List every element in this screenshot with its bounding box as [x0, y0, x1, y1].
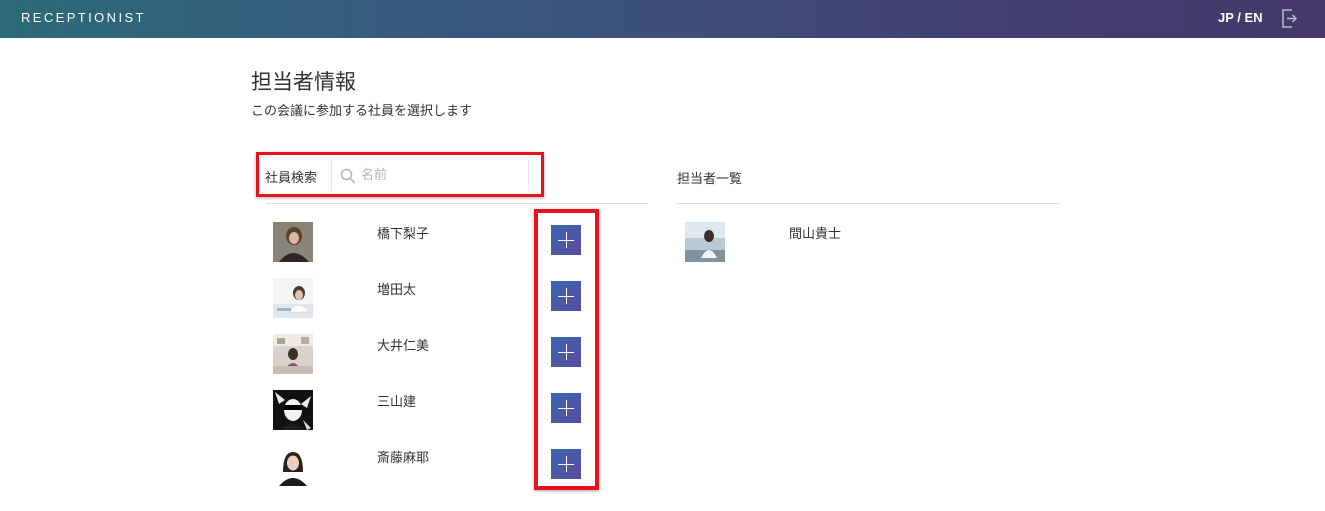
search-label: 社員検索 [265, 171, 318, 186]
page-subtitle: この会議に参加する社員を選択します [251, 104, 473, 119]
employee-avatar [273, 222, 313, 262]
employee-list-divider [266, 203, 648, 204]
app-brand: RECEPTIONIST [21, 10, 146, 25]
add-employee-button[interactable] [551, 393, 581, 423]
add-employee-button[interactable] [551, 281, 581, 311]
search-input[interactable] [361, 164, 521, 186]
employee-avatar [273, 446, 313, 486]
assignee-avatar [685, 222, 725, 262]
search-field[interactable] [331, 159, 529, 191]
employee-avatar [273, 334, 313, 374]
assignee-name: 間山貴士 [789, 227, 842, 242]
employee-name: 大井仁美 [377, 339, 430, 354]
add-employee-button[interactable] [551, 337, 581, 367]
employee-avatar [273, 390, 313, 430]
add-employee-button[interactable] [551, 225, 581, 255]
search-icon [340, 168, 356, 184]
employee-search: 社員検索 [256, 152, 544, 197]
top-bar: RECEPTIONIST JP / EN [0, 0, 1325, 38]
assignee-row: 間山貴士 [685, 222, 1015, 262]
page-title: 担当者情報 [251, 70, 356, 94]
logout-icon[interactable] [1281, 8, 1297, 29]
assignees-title: 担当者一覧 [677, 172, 743, 187]
employee-name: 増田太 [377, 283, 417, 298]
employee-name: 斎藤麻耶 [377, 451, 430, 466]
add-employee-button[interactable] [551, 449, 581, 479]
language-switch[interactable]: JP / EN [1218, 10, 1263, 25]
assignee-list-divider [677, 203, 1059, 204]
employee-name: 三山建 [377, 395, 417, 410]
employee-name: 橋下梨子 [377, 227, 430, 242]
employee-avatar [273, 278, 313, 318]
